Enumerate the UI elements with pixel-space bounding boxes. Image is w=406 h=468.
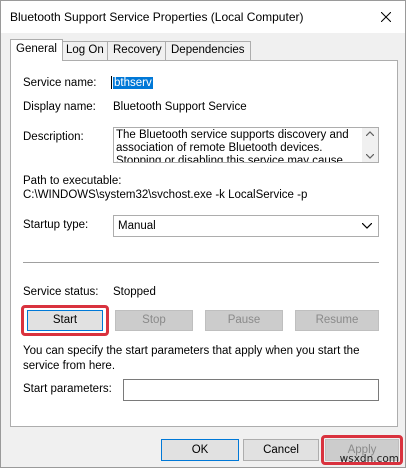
description-label: Description:	[23, 131, 84, 143]
startup-type-label: Startup type:	[23, 219, 89, 231]
description-box[interactable]: The Bluetooth service supports discovery…	[113, 127, 379, 163]
service-status-label: Service status:	[23, 286, 99, 298]
window-title: Bluetooth Support Service Properties (Lo…	[10, 10, 304, 24]
service-status-value: Stopped	[113, 286, 156, 298]
watermark-text: wsxdn.com	[339, 453, 399, 465]
start-button[interactable]: Start	[27, 310, 103, 331]
resume-button[interactable]: Resume	[295, 310, 379, 331]
start-parameters-input[interactable]	[123, 379, 379, 401]
tab-log-on[interactable]: Log On	[60, 41, 110, 60]
start-parameters-info: You can specify the start parameters tha…	[23, 345, 360, 372]
scroll-up-arrow-icon[interactable]	[366, 131, 374, 136]
path-value: C:\WINDOWS\system32\svchost.exe -k Local…	[23, 189, 308, 201]
service-properties-dialog: Bluetooth Support Service Properties (Lo…	[0, 0, 406, 468]
service-name-label: Service name:	[23, 77, 97, 89]
close-button[interactable]	[373, 5, 399, 29]
service-name-field[interactable]: bthserv	[111, 76, 153, 89]
stop-button[interactable]: Stop	[115, 310, 193, 331]
description-scrollbar[interactable]	[362, 128, 378, 162]
display-name-value[interactable]: Bluetooth Support Service	[113, 101, 247, 113]
scroll-down-arrow-icon[interactable]	[366, 154, 374, 159]
text-cursor	[111, 76, 112, 89]
ok-button[interactable]: OK	[161, 439, 239, 461]
cancel-button[interactable]: Cancel	[243, 439, 319, 461]
description-value: The Bluetooth service supports discovery…	[116, 129, 349, 163]
general-tab-panel: Service name: bthserv Display name: Blue…	[10, 60, 398, 427]
startup-type-value: Manual	[118, 220, 156, 232]
tab-recovery[interactable]: Recovery	[107, 41, 168, 60]
section-divider	[23, 262, 379, 263]
tab-dependencies[interactable]: Dependencies	[165, 41, 251, 60]
start-parameters-label: Start parameters:	[23, 383, 112, 395]
path-label: Path to executable:	[23, 175, 122, 187]
close-icon	[381, 12, 391, 22]
startup-type-select[interactable]: Manual	[113, 215, 379, 237]
display-name-label: Display name:	[23, 101, 96, 113]
chevron-down-icon	[362, 223, 372, 229]
service-name-value: bthserv	[113, 76, 153, 89]
tab-general[interactable]: General	[10, 39, 63, 61]
pause-button[interactable]: Pause	[205, 310, 283, 331]
title-bar: Bluetooth Support Service Properties (Lo…	[1, 1, 405, 33]
